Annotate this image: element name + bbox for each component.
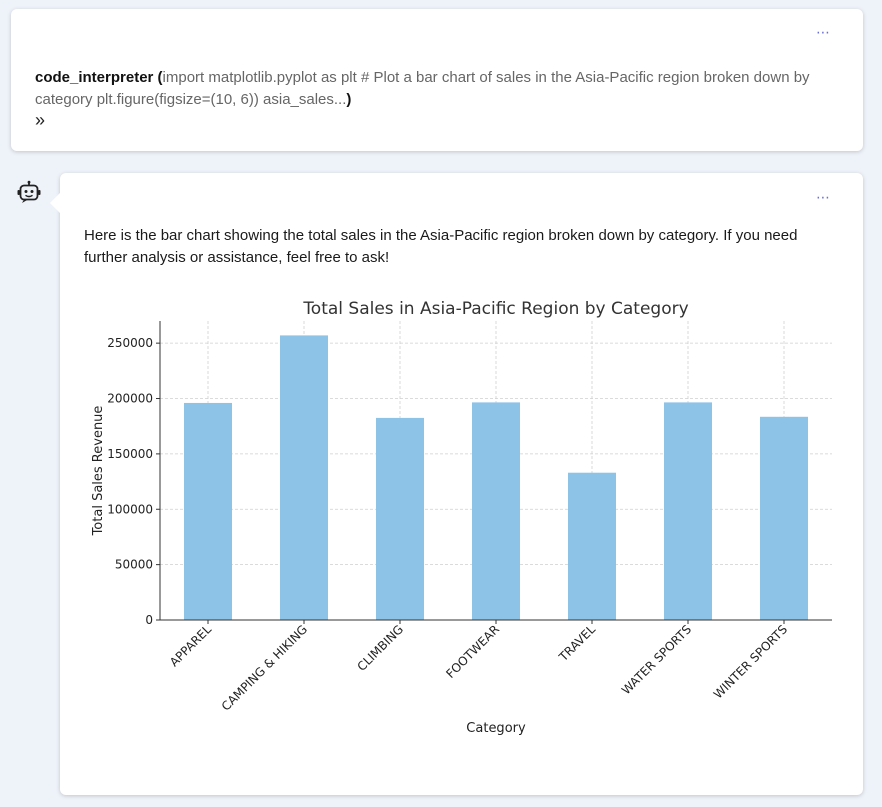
- y-tick-label: 150000: [107, 447, 153, 461]
- y-tick-label: 100000: [107, 502, 153, 516]
- y-tick-label: 200000: [107, 392, 153, 406]
- assistant-message-text: Here is the bar chart showing the total …: [84, 227, 798, 266]
- tool-name: code_interpreter: [35, 69, 154, 86]
- bar: [376, 417, 424, 620]
- x-tick-label: WINTER SPORTS: [711, 622, 790, 701]
- expand-icon[interactable]: »: [35, 110, 45, 131]
- y-axis-label: Total Sales Revenue: [91, 406, 106, 537]
- tool-open-paren: (: [153, 69, 163, 86]
- x-tick-label: CLIMBING: [354, 622, 406, 674]
- bar: [280, 335, 328, 620]
- y-tick-label: 250000: [107, 336, 153, 350]
- bar: [184, 402, 232, 620]
- x-axis-label: Category: [466, 721, 526, 736]
- x-tick-label: FOOTWEAR: [443, 622, 502, 681]
- bar: [472, 402, 520, 620]
- more-options-button[interactable]: ⋯: [816, 190, 831, 204]
- bar: [568, 472, 616, 620]
- bar: [760, 416, 808, 620]
- bar-chart: Total Sales in Asia-Pacific Region by Ca…: [91, 299, 832, 736]
- more-options-button[interactable]: ⋯: [816, 25, 831, 39]
- tool-call-card: ⋯ code_interpreter (import matplotlib.py…: [11, 9, 863, 151]
- bar: [664, 402, 712, 620]
- assistant-message-card: ⋯ Here is the bar chart showing the tota…: [50, 173, 863, 795]
- y-tick-label: 50000: [115, 558, 153, 572]
- tool-close-paren: ): [346, 91, 352, 108]
- x-tick-label: TRAVEL: [556, 622, 599, 665]
- x-tick-label: WATER SPORTS: [619, 622, 694, 697]
- y-tick-label: 0: [145, 613, 153, 627]
- x-tick-label: CAMPING & HIKING: [219, 622, 310, 713]
- x-tick-label: APPAREL: [167, 622, 214, 669]
- tool-call-text: code_interpreter (import matplotlib.pypl…: [35, 67, 835, 111]
- chart-title: Total Sales in Asia-Pacific Region by Ca…: [302, 299, 688, 319]
- robot-icon: [17, 180, 41, 204]
